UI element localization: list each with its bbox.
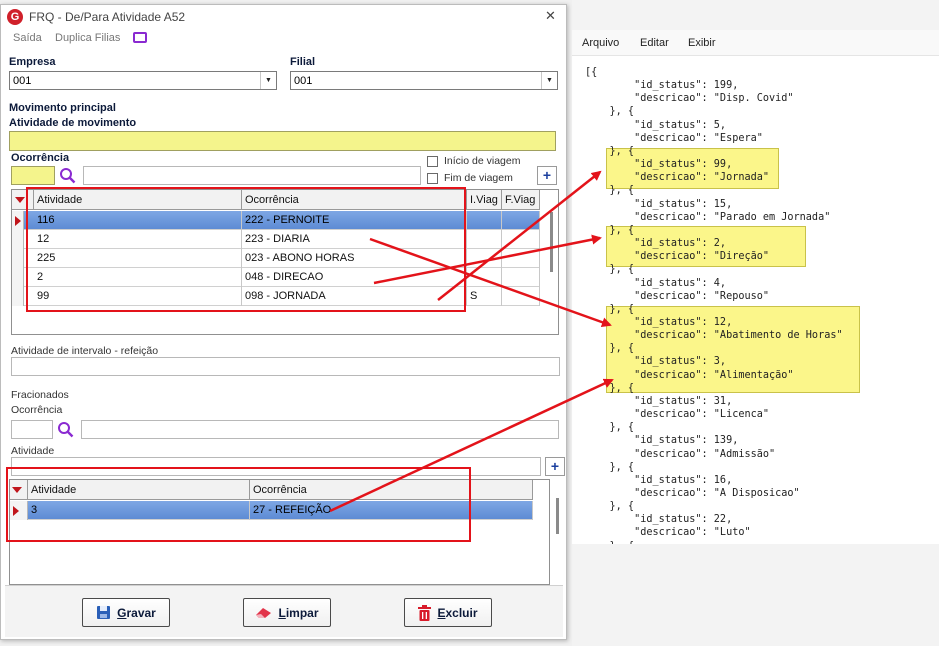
excluir-button[interactable]: Excluir: [404, 598, 492, 627]
main-window: G FRQ - De/Para Atividade A52 ✕ Saída Du…: [0, 4, 567, 640]
row-indicator: [12, 230, 24, 249]
menu-duplica-filias[interactable]: Duplica Filias: [55, 32, 120, 44]
atividade-label: Atividade: [11, 445, 55, 457]
empresa-value: 001: [13, 75, 32, 87]
header-fviag[interactable]: F.Viag: [502, 190, 540, 210]
monitor-icon[interactable]: [133, 32, 147, 43]
add-ocorrencia-button[interactable]: +: [537, 166, 557, 185]
excluir-mnemonic: E: [437, 605, 446, 620]
row-indicator: [12, 211, 24, 230]
row-indicator: [12, 287, 24, 306]
grid-scrollbar[interactable]: [550, 212, 553, 272]
ocorrencia2-code-field[interactable]: [11, 420, 53, 439]
gravar-label: ravar: [126, 605, 156, 620]
grid-scrollbar[interactable]: [556, 498, 559, 534]
chevron-down-icon[interactable]: ▼: [260, 72, 276, 89]
cell-iviag: [467, 268, 502, 287]
cell-fviag: [502, 249, 540, 268]
notepad-json-text[interactable]: [{ "id_status": 199, "descricao": "Disp.…: [585, 66, 843, 579]
eraser-icon: [256, 608, 272, 618]
cell-fviag: [502, 211, 540, 230]
ocorrencia-code-field[interactable]: [11, 166, 55, 185]
intervalo-label: Atividade de intervalo - refeição: [11, 345, 159, 357]
cell-fviag: [502, 268, 540, 287]
close-icon[interactable]: ✕: [545, 8, 556, 24]
cell-fviag: [502, 230, 540, 249]
limpar-label: impar: [285, 605, 319, 620]
app-logo-icon: G: [7, 9, 23, 25]
excluir-label: xcluir: [445, 605, 478, 620]
cell-iviag: [467, 249, 502, 268]
menu-editar[interactable]: Editar: [640, 37, 669, 49]
cell-iviag: [467, 230, 502, 249]
atividade-movimento-field[interactable]: [9, 131, 556, 151]
row-indicator: [12, 268, 24, 287]
window-title: FRQ - De/Para Atividade A52: [29, 10, 186, 24]
cell-iviag: [467, 211, 502, 230]
ocorrencia2-desc-field[interactable]: [81, 420, 559, 439]
search-icon[interactable]: [59, 167, 76, 184]
cell-fviag: [502, 287, 540, 306]
ocorrencia-desc-field[interactable]: [83, 166, 421, 185]
notepad-titlebar: [572, 0, 939, 30]
notepad-bottom-area: [572, 544, 939, 646]
gravar-button[interactable]: Gravar: [82, 598, 170, 627]
empresa-label: Empresa: [9, 56, 56, 68]
limpar-mnemonic: L: [278, 605, 286, 620]
fim-viagem-checkbox[interactable]: [427, 173, 438, 184]
trash-icon: [418, 604, 432, 621]
save-icon: [97, 606, 111, 619]
filial-value: 001: [294, 75, 313, 87]
cell-iviag: S: [467, 287, 502, 306]
ocorrencia-label: Ocorrência: [11, 152, 70, 164]
limpar-button[interactable]: Limpar: [243, 598, 331, 627]
menu-arquivo[interactable]: Arquivo: [582, 37, 619, 49]
atividade-movimento-label: Atividade de movimento: [9, 117, 137, 129]
empresa-select[interactable]: 001 ▼: [9, 71, 277, 90]
ocorrencia2-label: Ocorrência: [11, 404, 63, 416]
chevron-down-icon[interactable]: ▼: [541, 72, 557, 89]
inicio-viagem-label: Início de viagem: [444, 155, 521, 167]
menu-exibir[interactable]: Exibir: [688, 37, 716, 49]
header-iviag[interactable]: I.Viag: [467, 190, 502, 210]
fracionados-label: Fracionados: [11, 389, 69, 401]
movimento-label: Movimento principal: [9, 102, 116, 114]
search-icon[interactable]: [57, 421, 74, 438]
filial-label: Filial: [290, 56, 316, 68]
add-atividade-button[interactable]: +: [545, 457, 565, 476]
row-indicator: [12, 249, 24, 268]
notepad-menubar: Arquivo Editar Exibir: [572, 30, 939, 56]
inicio-viagem-checkbox[interactable]: [427, 156, 438, 167]
fim-viagem-label: Fim de viagem: [444, 172, 513, 184]
filial-select[interactable]: 001 ▼: [290, 71, 558, 90]
intervalo-field[interactable]: [11, 357, 560, 376]
annotation-box-grid2: [6, 467, 471, 542]
annotation-box-grid1: [26, 187, 466, 312]
menu-saida[interactable]: Saída: [13, 32, 42, 44]
